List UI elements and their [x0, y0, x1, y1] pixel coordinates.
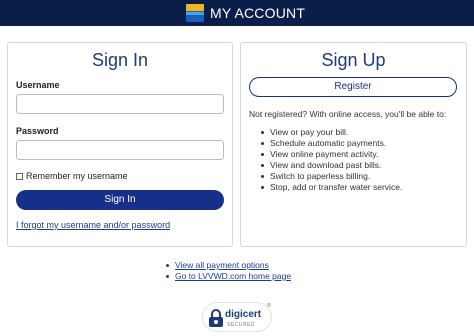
home-page-link[interactable]: Go to LVVWD.com home page: [175, 271, 291, 281]
page-title: MY ACCOUNT: [210, 5, 306, 21]
digicert-seal[interactable]: digicert SECURED ®: [202, 302, 272, 332]
footer-link-item: Go to LVVWD.com home page: [166, 271, 291, 282]
list-item: Schedule automatic payments.: [261, 138, 402, 149]
sign-in-button[interactable]: Sign In: [16, 190, 224, 210]
sign-up-heading: Sign Up: [321, 50, 386, 70]
lvvwd-logo-icon: [186, 4, 204, 22]
registered-mark: ®: [267, 303, 271, 309]
remember-username-checkbox[interactable]: [16, 172, 23, 180]
sign-in-panel: Sign In Username Password Remember my us…: [7, 42, 233, 247]
sign-up-panel: Sign Up Register Not registered? With on…: [240, 42, 467, 247]
top-header-bar: MY ACCOUNT: [0, 0, 474, 26]
seal-brand-name: digicert: [225, 309, 262, 320]
seal-secured-label: SECURED: [227, 322, 255, 328]
brand[interactable]: MY ACCOUNT: [186, 3, 305, 23]
list-item: View online payment activity.: [261, 149, 402, 160]
footer-links: View all payment options Go to LVVWD.com…: [166, 260, 291, 282]
password-label: Password: [16, 126, 59, 136]
remember-username-option[interactable]: Remember my username: [16, 171, 128, 181]
sign-in-heading: Sign In: [91, 50, 149, 70]
benefits-list: View or pay your bill. Schedule automati…: [261, 127, 402, 193]
register-button[interactable]: Register: [249, 77, 457, 97]
sign-up-intro: Not registered? With online access, you'…: [249, 109, 447, 119]
username-label: Username: [16, 80, 60, 90]
list-item: Switch to paperless billing.: [261, 171, 402, 182]
password-input[interactable]: [16, 140, 224, 160]
payment-options-link[interactable]: View all payment options: [175, 260, 269, 270]
list-item: View and download past bills.: [261, 160, 402, 171]
footer-link-item: View all payment options: [166, 260, 291, 271]
list-item: View or pay your bill.: [261, 127, 402, 138]
username-input[interactable]: [16, 94, 224, 114]
list-item: Stop, add or transfer water service.: [261, 182, 402, 193]
remember-username-label: Remember my username: [26, 171, 128, 181]
forgot-credentials-link[interactable]: I forgot my username and/or password: [16, 220, 170, 230]
padlock-icon: [209, 309, 223, 327]
